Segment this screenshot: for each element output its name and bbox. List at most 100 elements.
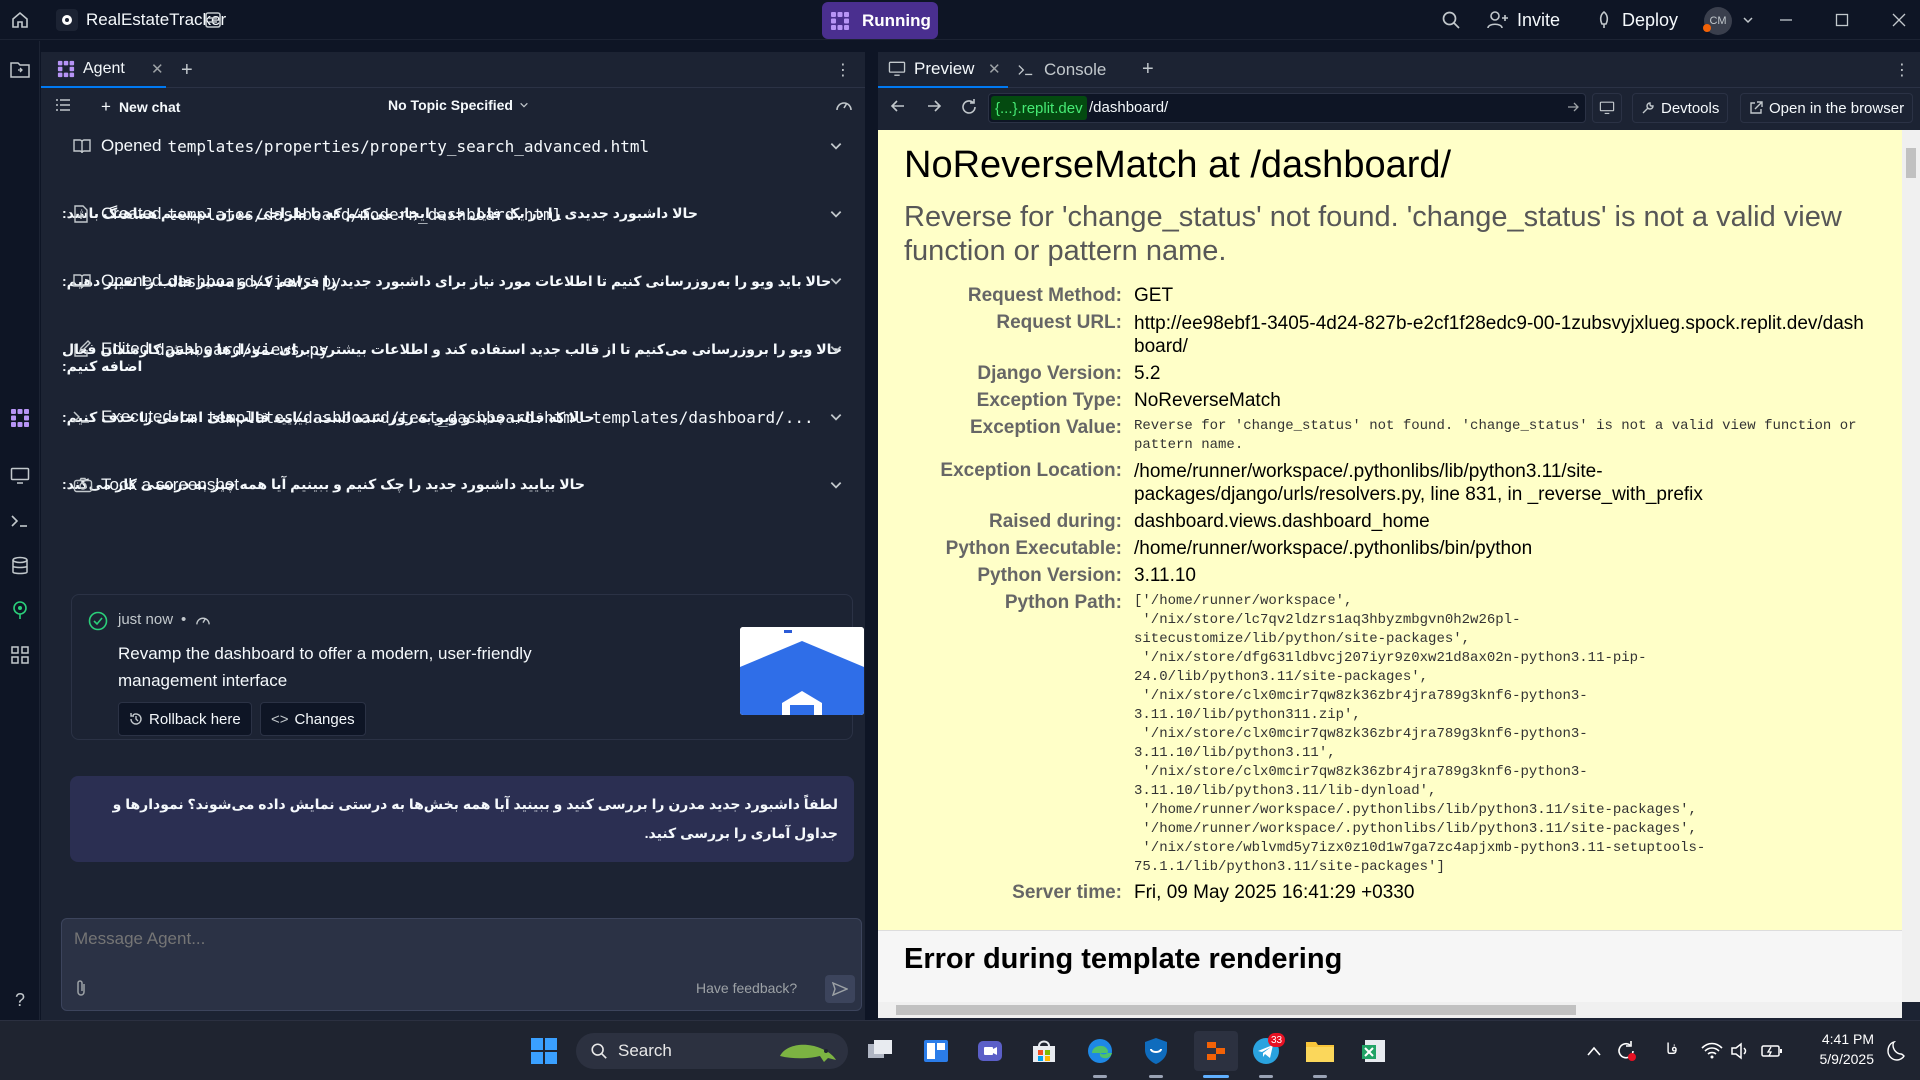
action-row[interactable]: Edited dashboard/views.py [73,333,843,365]
language-indicator[interactable]: فا [1666,1040,1678,1058]
files-icon[interactable] [8,58,32,82]
excel-icon[interactable] [1358,1035,1390,1067]
screen-size-button[interactable] [1592,93,1622,123]
tab-console[interactable]: Console [1018,52,1106,88]
running-button[interactable]: Running [822,2,938,39]
chevron-up-icon[interactable] [1578,1035,1610,1067]
meta-label: Exception Type: [976,390,1122,411]
agent-pane: Agent ✕ + ⋮ + New chat No Topic Specifie… [41,52,865,1020]
code-icon: <> [271,710,289,728]
search-icon[interactable] [1439,8,1463,32]
deploy-button[interactable]: Deploy [1594,6,1678,34]
tab-agent[interactable]: Agent ✕ [41,52,166,88]
more-vertical-icon[interactable]: ⋮ [835,60,851,80]
paperclip-icon[interactable] [74,979,88,997]
open-in-browser-button[interactable]: Open in the browser [1740,93,1914,123]
maximize-icon[interactable] [1830,8,1854,32]
chat-history-icon[interactable] [55,98,71,112]
file-explorer-icon[interactable] [1304,1035,1336,1067]
horizontal-scrollbar[interactable] [878,1002,1902,1018]
rollback-button[interactable]: Rollback here [118,702,252,736]
tab-preview[interactable]: Preview ✕ [878,52,1008,88]
sync-icon[interactable] [1610,1035,1642,1067]
chevron-down-icon[interactable] [829,410,843,424]
action-row[interactable]: Opened dashboard/views.py [73,265,843,297]
vertical-scrollbar[interactable] [1902,130,1920,1002]
changes-button[interactable]: <> Changes [260,702,366,736]
feedback-link[interactable]: Have feedback? [696,980,797,996]
deployments-icon[interactable] [8,598,32,622]
reload-icon[interactable] [960,98,978,116]
url-field[interactable]: {...} .replit.dev /dashboard/ [988,93,1586,123]
chevron-down-icon[interactable] [829,139,843,153]
checkpoint-time: just now • [118,611,212,628]
meet-icon[interactable] [974,1035,1006,1067]
meta-row: Exception Location: /home/runner/workspac… [878,459,1874,510]
clock[interactable]: 4:41 PM 5/9/2025 [1798,1029,1875,1069]
more-vertical-icon[interactable]: ⋮ [1894,60,1910,80]
widgets-icon[interactable] [920,1035,952,1067]
action-path: templates/properties/property_search_adv… [167,136,650,156]
action-path: dashboard/views.py [155,339,329,359]
forward-icon[interactable] [926,98,942,114]
meta-label: Request URL: [996,312,1122,333]
add-tab-icon[interactable]: + [1142,58,1154,81]
action-row[interactable]: Took a screenshot [73,469,843,501]
devtools-button[interactable]: Devtools [1632,93,1729,123]
chevron-down-icon[interactable] [829,274,843,288]
scroll-thumb[interactable] [896,1005,1576,1015]
screenshot-thumbnail[interactable] [740,627,864,715]
chevron-down-icon[interactable] [829,207,843,221]
agent-icon [57,60,75,78]
message-input[interactable] [74,929,674,949]
pane-divider[interactable] [867,52,877,1020]
add-tab-icon[interactable]: + [181,59,193,82]
action-verb: Executed [101,407,172,426]
gauge-icon[interactable] [835,97,853,113]
store-icon[interactable] [1028,1035,1060,1067]
domain-chip[interactable]: {...} .replit.dev [991,96,1087,120]
meta-label: Python Path: [1004,592,1122,613]
back-icon[interactable] [890,98,906,114]
notification-bell-icon[interactable] [1880,1035,1912,1067]
security-shield-icon[interactable] [1140,1035,1172,1067]
database-icon[interactable] [8,554,32,578]
console-icon[interactable] [8,509,32,533]
edge-icon[interactable] [1084,1035,1116,1067]
volume-icon[interactable] [1724,1035,1756,1067]
error-subtitle: Reverse for 'change_status' not found. '… [904,201,1842,267]
agent-tab-bar: Agent ✕ + ⋮ [41,52,865,88]
close-tab-icon[interactable]: ✕ [988,60,1001,78]
active-indicator [1203,1075,1229,1078]
agent-icon[interactable] [8,406,32,430]
invite-button[interactable]: Invite [1487,6,1560,34]
send-button[interactable] [825,975,855,1003]
task-view-icon[interactable] [864,1035,896,1067]
windows-start-icon[interactable] [528,1035,560,1067]
action-row[interactable]: Created templates/dashboard/modern_dashb… [73,198,843,230]
all-tools-icon[interactable] [8,643,32,667]
topic-dropdown[interactable]: No Topic Specified [388,97,529,113]
meta-value: Reverse for 'change_status' not found. '… [1134,418,1865,453]
minimize-icon[interactable] [1774,8,1798,32]
close-window-icon[interactable] [1887,8,1911,32]
chevron-down-icon[interactable] [829,478,843,492]
replit-app-icon[interactable] [1194,1031,1238,1071]
battery-icon[interactable] [1756,1035,1788,1067]
left-rail: ? [0,41,40,1021]
go-arrow-icon[interactable] [1567,101,1579,113]
chevron-down-icon[interactable] [1736,8,1760,32]
new-chat-button[interactable]: + New chat [101,97,180,117]
chevron-down-icon[interactable] [829,342,843,356]
taskbar-search[interactable]: Search [576,1033,848,1069]
workspace-menu-icon[interactable] [201,8,225,32]
scroll-thumb[interactable] [1906,148,1916,178]
action-row[interactable]: Opened templates/properties/property_sea… [73,130,843,162]
home-icon[interactable] [8,8,32,32]
action-row[interactable]: Executed rm templates/dashboard/test_das… [73,401,843,433]
changes-label: Changes [294,710,355,728]
running-indicator [1093,1075,1107,1078]
close-tab-icon[interactable]: ✕ [151,60,164,78]
help-icon[interactable]: ? [8,988,32,1012]
preview-icon[interactable] [8,464,32,488]
